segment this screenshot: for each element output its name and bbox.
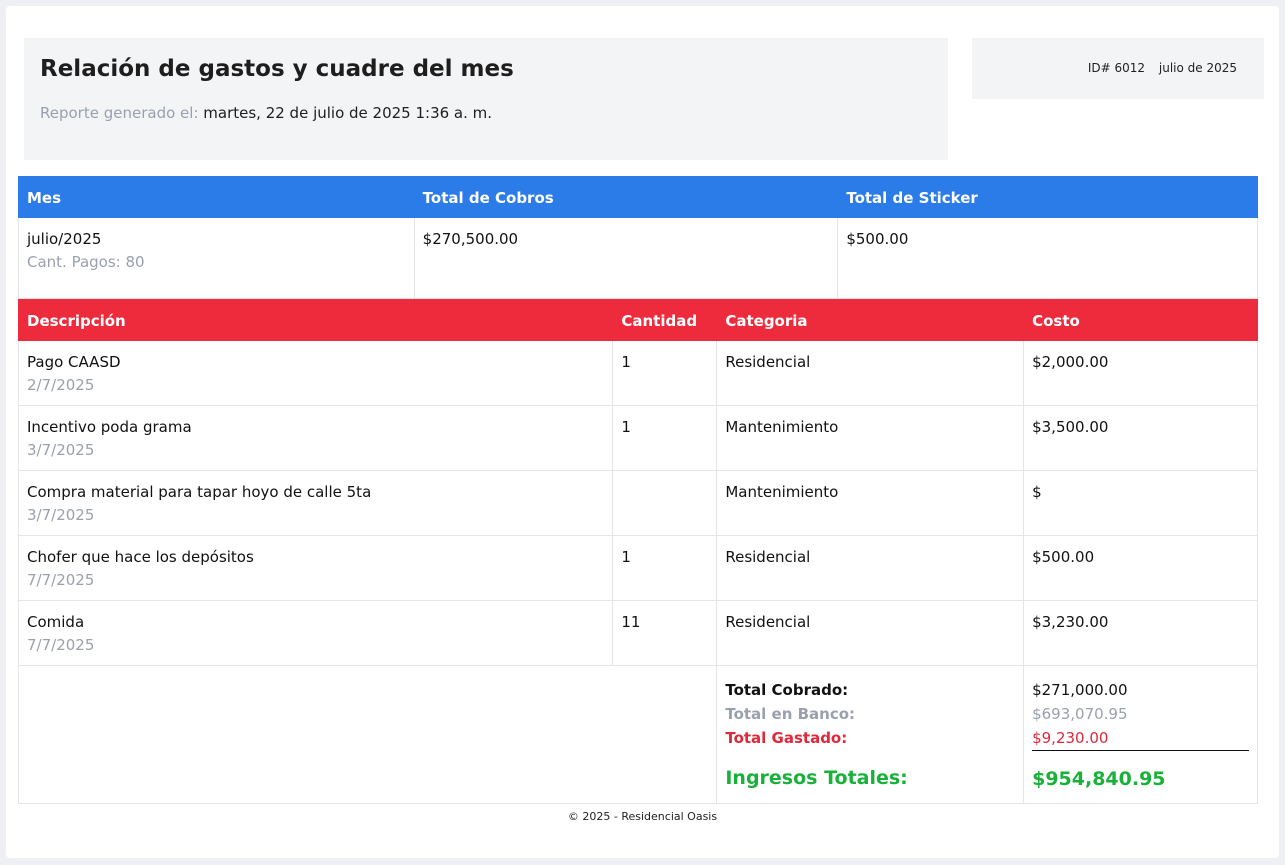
totals-labels: Total Cobrado: Total en Banco: Total Gas… bbox=[716, 665, 1025, 804]
table-row: Pago CAASD 2/7/2025 1 Residencial $2,000.… bbox=[17, 340, 1258, 406]
total-cobrado-label: Total Cobrado: bbox=[725, 681, 849, 699]
expense-qty: 1 bbox=[612, 535, 718, 601]
expense-qty: 1 bbox=[612, 405, 718, 471]
table-row: Incentivo poda grama 3/7/2025 1 Mantenimi… bbox=[17, 405, 1258, 471]
expenses-header-category: Categoria bbox=[716, 299, 1025, 341]
totals-values: $271,000.00 $693,070.95 $9,230.00 $954,8… bbox=[1023, 665, 1258, 804]
expenses-header-description: Descripción bbox=[17, 299, 614, 341]
expense-date: 3/7/2025 bbox=[27, 506, 95, 524]
summary-table: Mes Total de Cobros Total de Sticker jul… bbox=[18, 176, 1258, 299]
expense-cost: $ bbox=[1023, 470, 1258, 536]
generated-line: Reporte generado el: martes, 22 de julio… bbox=[40, 104, 492, 122]
table-row: julio/2025 Cant. Pagos: 80 $270,500.00 $… bbox=[18, 217, 1258, 299]
total-banco-label: Total en Banco: bbox=[725, 705, 856, 723]
summary-month-cell: julio/2025 Cant. Pagos: 80 bbox=[18, 217, 415, 299]
total-gastado-value: $9,230.00 bbox=[1032, 726, 1249, 751]
expense-description: Comida bbox=[27, 613, 85, 631]
summary-sticker: $500.00 bbox=[837, 217, 1258, 299]
total-cobrado-value: $271,000.00 bbox=[1032, 681, 1128, 699]
generated-value: martes, 22 de julio de 2025 1:36 a. m. bbox=[203, 104, 493, 122]
expense-description: Chofer que hace los depósitos bbox=[27, 548, 254, 566]
expense-category: Mantenimiento bbox=[716, 470, 1025, 536]
totals-row: Total Cobrado: Total en Banco: Total Gas… bbox=[17, 665, 1258, 804]
expense-date: 7/7/2025 bbox=[27, 571, 95, 589]
expense-cost: $3,500.00 bbox=[1023, 405, 1258, 471]
expense-description: Pago CAASD bbox=[27, 353, 121, 371]
expenses-table: Descripción Cantidad Categoria Costo Pag… bbox=[17, 299, 1258, 804]
expense-category: Residencial bbox=[716, 600, 1025, 666]
total-gastado-label: Total Gastado: bbox=[725, 729, 848, 747]
report-id: ID# 6012 bbox=[1087, 61, 1146, 75]
expense-category: Residencial bbox=[716, 535, 1025, 601]
report-period: julio de 2025 bbox=[1158, 61, 1237, 75]
summary-month: julio/2025 bbox=[27, 230, 102, 248]
table-row: Chofer que hace los depósitos 7/7/2025 1 … bbox=[17, 535, 1258, 601]
expense-cost: $500.00 bbox=[1023, 535, 1258, 601]
summary-header-sticker: Total de Sticker bbox=[837, 176, 1258, 218]
expense-qty: 11 bbox=[612, 600, 718, 666]
page-title: Relación de gastos y cuadre del mes bbox=[40, 56, 514, 82]
ingresos-totales-value: $954,840.95 bbox=[1032, 768, 1166, 790]
summary-header-month: Mes bbox=[18, 176, 415, 218]
totals-spacer bbox=[17, 665, 718, 804]
expense-category: Residencial bbox=[716, 340, 1025, 406]
expense-cost: $3,230.00 bbox=[1023, 600, 1258, 666]
expense-description: Compra material para tapar hoyo de calle… bbox=[27, 483, 372, 501]
expense-qty: 1 bbox=[612, 340, 718, 406]
footer-copyright: © 2025 - Residencial Oasis bbox=[567, 810, 718, 823]
table-row: Comida 7/7/2025 11 Residencial $3,230.00 bbox=[17, 600, 1258, 666]
ingresos-totales-label: Ingresos Totales: bbox=[725, 767, 908, 789]
expense-qty bbox=[612, 470, 718, 536]
expense-date: 3/7/2025 bbox=[27, 441, 95, 459]
report-meta: ID# 6012 julio de 2025 bbox=[972, 38, 1264, 99]
report-header: Relación de gastos y cuadre del mes Repo… bbox=[24, 38, 948, 160]
generated-label: Reporte generado el: bbox=[40, 104, 199, 122]
expense-description: Incentivo poda grama bbox=[27, 418, 192, 436]
expenses-header-qty: Cantidad bbox=[612, 299, 718, 341]
expense-cost: $2,000.00 bbox=[1023, 340, 1258, 406]
expense-date: 2/7/2025 bbox=[27, 376, 95, 394]
table-row: Compra material para tapar hoyo de calle… bbox=[17, 470, 1258, 536]
summary-header-cobros: Total de Cobros bbox=[413, 176, 839, 218]
expenses-header-cost: Costo bbox=[1023, 299, 1258, 341]
expense-date: 7/7/2025 bbox=[27, 636, 95, 654]
summary-cobros: $270,500.00 bbox=[413, 217, 839, 299]
total-banco-value: $693,070.95 bbox=[1032, 705, 1128, 723]
payments-count: Cant. Pagos: 80 bbox=[27, 253, 145, 271]
expense-category: Mantenimiento bbox=[716, 405, 1025, 471]
